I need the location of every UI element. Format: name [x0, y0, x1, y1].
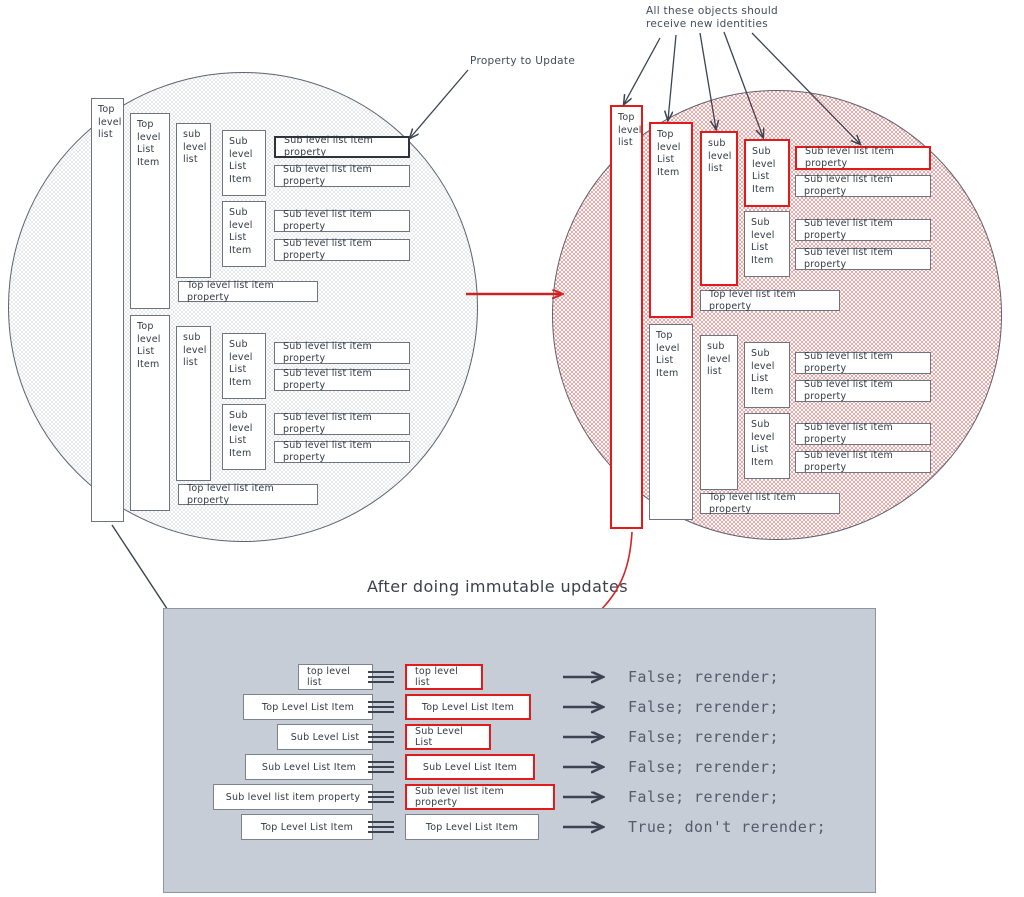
right-sub-level-list-item-property-1-2-1: Sub level list item property [795, 218, 931, 241]
comparison-left-box: Top Level List Item [243, 694, 373, 720]
right-sub-level-list-item-1-1: Sub level List Item [744, 139, 790, 207]
right-top-level-list-item-1: Top level List Item [649, 122, 693, 318]
left-sub-level-list-1: sub level list [176, 123, 211, 278]
strict-equality-operator [368, 664, 394, 690]
right-sub-level-list-item-property-2-1-1: Sub level list item property [795, 351, 931, 374]
comparison-result: False; rerender; [628, 698, 779, 716]
right-sub-level-list-item-property-2-2-1: Sub level list item property [795, 422, 931, 445]
comparison-right-box: Top Level List Item [405, 814, 539, 840]
comparison-left-box: Sub level list item property [213, 784, 373, 810]
right-top-level-list: Top level list [610, 105, 643, 529]
property-to-update-arrow [410, 69, 469, 138]
right-sub-level-list-item-property-1-1-2: Sub level list item property [795, 174, 931, 197]
comparison-result: False; rerender; [628, 788, 779, 806]
right-sub-level-list-item-property-1-2-2: Sub level list item property [795, 247, 931, 270]
left-sub-level-list-item-property-2-2-2: Sub level list item property [274, 440, 410, 463]
left-sub-level-list-item-property-2-1-2: Sub level list item property [274, 368, 410, 391]
comparison-right-box: Sub level list item property [405, 784, 555, 810]
left-top-level-list-item-2: Top level List Item [130, 315, 170, 511]
right-sub-level-list-item-2-2: Sub level List Item [744, 413, 790, 479]
right-sub-level-list-item-property-2-2-2: Sub level list item property [795, 450, 931, 473]
left-sub-level-list-item-property-1-2-2: Sub level list item property [274, 238, 410, 261]
comparison-result: True; don't rerender; [628, 818, 827, 836]
right-top-level-list-item-2: Top level List Item [649, 324, 693, 520]
comparison-left-box: Sub Level List [277, 724, 373, 750]
strict-equality-operator [368, 724, 394, 750]
right-sub-level-list-item-1-2: Sub level List Item [744, 211, 790, 277]
strict-equality-operator [368, 694, 394, 720]
comparison-panel [163, 608, 876, 893]
right-sub-level-list-item-property-2-1-2: Sub level list item property [795, 379, 931, 402]
comparison-left-box: Top Level List Item [241, 814, 373, 840]
strict-equality-operator [368, 814, 394, 840]
comparison-result: False; rerender; [628, 728, 779, 746]
diagram-canvas: Top level list Top level List Item sub l… [0, 0, 1024, 897]
strict-equality-operator [368, 784, 394, 810]
comparison-result: False; rerender; [628, 758, 779, 776]
right-sub-level-list-1: sub level list [700, 131, 738, 286]
left-sub-level-list-item-1-2: Sub level List Item [222, 201, 266, 267]
left-sub-level-list-item-1-1: Sub level List Item [222, 130, 266, 196]
comparison-result: False; rerender; [628, 668, 779, 686]
comparison-left-box: top level list [298, 664, 373, 690]
left-sub-level-list-item-2-1: Sub level List Item [222, 333, 266, 399]
left-top-level-list-item-1: Top level List Item [130, 113, 170, 309]
left-sub-level-list-item-2-2: Sub level List Item [222, 404, 266, 470]
right-sub-level-list-item-property-1-1-1: Sub level list item property [795, 146, 931, 170]
left-sub-level-list-item-property-1-1-2: Sub level list item property [274, 164, 410, 187]
strict-equality-operator [368, 754, 394, 780]
identity-arrow-2 [668, 34, 677, 120]
left-sub-level-list-item-property-2-1-1: Sub level list item property [274, 341, 410, 364]
comparison-right-box: top level list [405, 664, 483, 690]
comparison-right-box: Top Level List Item [405, 694, 531, 720]
new-identities-label: All these objects should receive new ide… [646, 5, 779, 30]
comparison-right-box: Sub Level List Item [405, 754, 535, 780]
comparison-left-box: Sub Level List Item [245, 754, 373, 780]
left-top-level-list: Top level list [91, 98, 124, 522]
right-sub-level-list-2: sub level list [700, 335, 738, 490]
right-top-level-list-item-property-1: Top level list item property [700, 289, 840, 312]
right-top-level-list-item-property-2: Top level list item property [700, 492, 840, 515]
left-sub-level-list-2: sub level list [176, 326, 211, 481]
right-sub-level-list-item-2-1: Sub level List Item [744, 342, 790, 408]
left-sub-level-list-item-property-1-1-1: Sub level list item property [274, 135, 410, 158]
left-sub-level-list-item-property-2-2-1: Sub level list item property [274, 412, 410, 435]
identity-arrow-1 [624, 37, 661, 104]
property-to-update-label: Property to Update [470, 55, 576, 67]
left-top-level-list-item-property-2: Top level list item property [178, 483, 318, 506]
panel-title: After doing immutable updates [367, 577, 628, 596]
comparison-right-box: Sub Level List [405, 724, 491, 750]
left-top-level-list-item-property-1: Top level list item property [178, 280, 318, 303]
left-sub-level-list-item-property-1-2-1: Sub level list item property [274, 209, 410, 232]
